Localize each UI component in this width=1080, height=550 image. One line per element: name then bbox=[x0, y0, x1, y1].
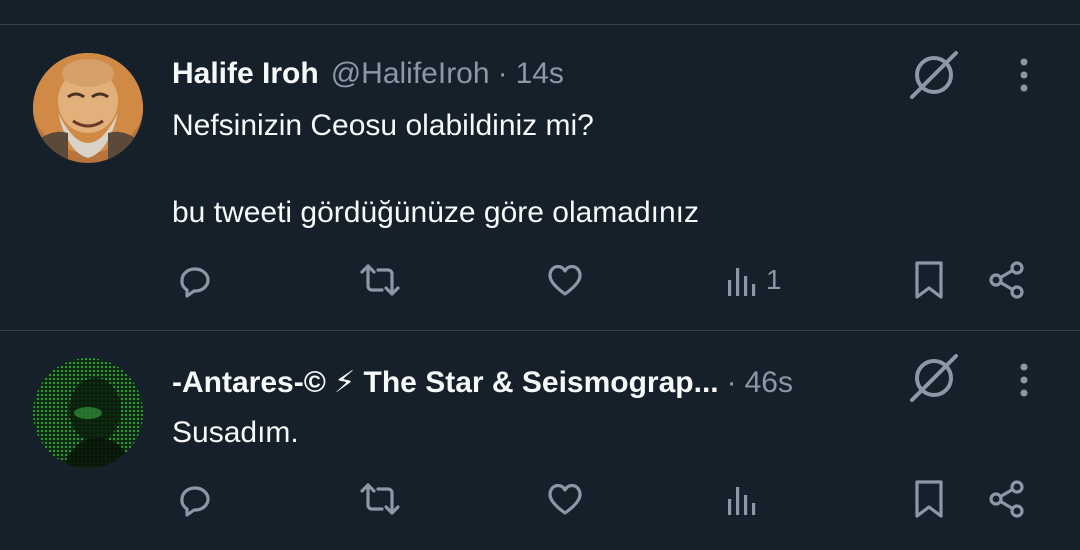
more-icon[interactable] bbox=[1008, 360, 1040, 400]
tweet-text-line-2: bu tweeti gördüğünüze göre olamadınız bbox=[172, 196, 700, 229]
reply-button[interactable] bbox=[174, 474, 214, 524]
bookmark-button[interactable] bbox=[910, 255, 948, 305]
bookmark-icon bbox=[915, 261, 943, 299]
avatar[interactable] bbox=[33, 53, 143, 163]
share-icon bbox=[989, 261, 1024, 299]
grok-icon[interactable] bbox=[906, 348, 962, 404]
display-name[interactable]: Halife Iroh bbox=[172, 57, 319, 91]
retweet-button[interactable] bbox=[358, 474, 402, 524]
handle[interactable]: @HalifeIroh bbox=[331, 57, 490, 91]
reply-icon bbox=[180, 267, 210, 298]
share-icon bbox=[989, 480, 1024, 518]
share-button[interactable] bbox=[986, 474, 1028, 524]
bookmark-button[interactable] bbox=[910, 474, 948, 524]
tweet-2[interactable]: -Antares-© ⚡ The Star & Seismograp... · … bbox=[0, 331, 1080, 550]
tweet-actions: 1 bbox=[0, 255, 1080, 305]
display-name[interactable]: -Antares-© ⚡ The Star & Seismograp... bbox=[172, 365, 719, 400]
tweet-header: -Antares-© ⚡ The Star & Seismograp... · … bbox=[172, 365, 793, 400]
like-button[interactable] bbox=[545, 474, 585, 524]
views-count: 1 bbox=[766, 264, 782, 295]
timestamp[interactable]: 14s bbox=[516, 57, 564, 91]
tweet-actions bbox=[0, 474, 1080, 524]
avatar[interactable] bbox=[33, 358, 143, 468]
analytics-icon bbox=[728, 487, 756, 515]
separator: · bbox=[726, 366, 737, 399]
tweet-header: Halife Iroh @HalifeIroh · 14s bbox=[172, 57, 564, 91]
views-button[interactable]: 1 bbox=[726, 255, 782, 305]
like-button[interactable] bbox=[545, 255, 585, 305]
reply-button[interactable] bbox=[174, 255, 214, 305]
share-button[interactable] bbox=[986, 255, 1028, 305]
views-button[interactable] bbox=[726, 474, 766, 524]
heart-icon bbox=[548, 483, 582, 515]
grok-icon[interactable] bbox=[906, 45, 962, 101]
retweet-icon bbox=[360, 264, 400, 296]
retweet-icon bbox=[360, 483, 400, 515]
reply-icon bbox=[180, 486, 210, 517]
more-icon[interactable] bbox=[1008, 55, 1040, 95]
retweet-button[interactable] bbox=[358, 255, 402, 305]
tweet-1[interactable]: Halife Iroh @HalifeIroh · 14s Nefsinizin… bbox=[0, 25, 1080, 330]
tweet-text-line-1: Susadım. bbox=[172, 416, 299, 449]
timestamp[interactable]: 46s bbox=[745, 366, 793, 400]
bookmark-icon bbox=[915, 480, 943, 518]
separator: · bbox=[497, 57, 508, 90]
heart-icon bbox=[548, 264, 582, 296]
analytics-icon bbox=[728, 268, 756, 296]
tweet-text-line-1: Nefsinizin Ceosu olabildiniz mi? bbox=[172, 109, 594, 142]
